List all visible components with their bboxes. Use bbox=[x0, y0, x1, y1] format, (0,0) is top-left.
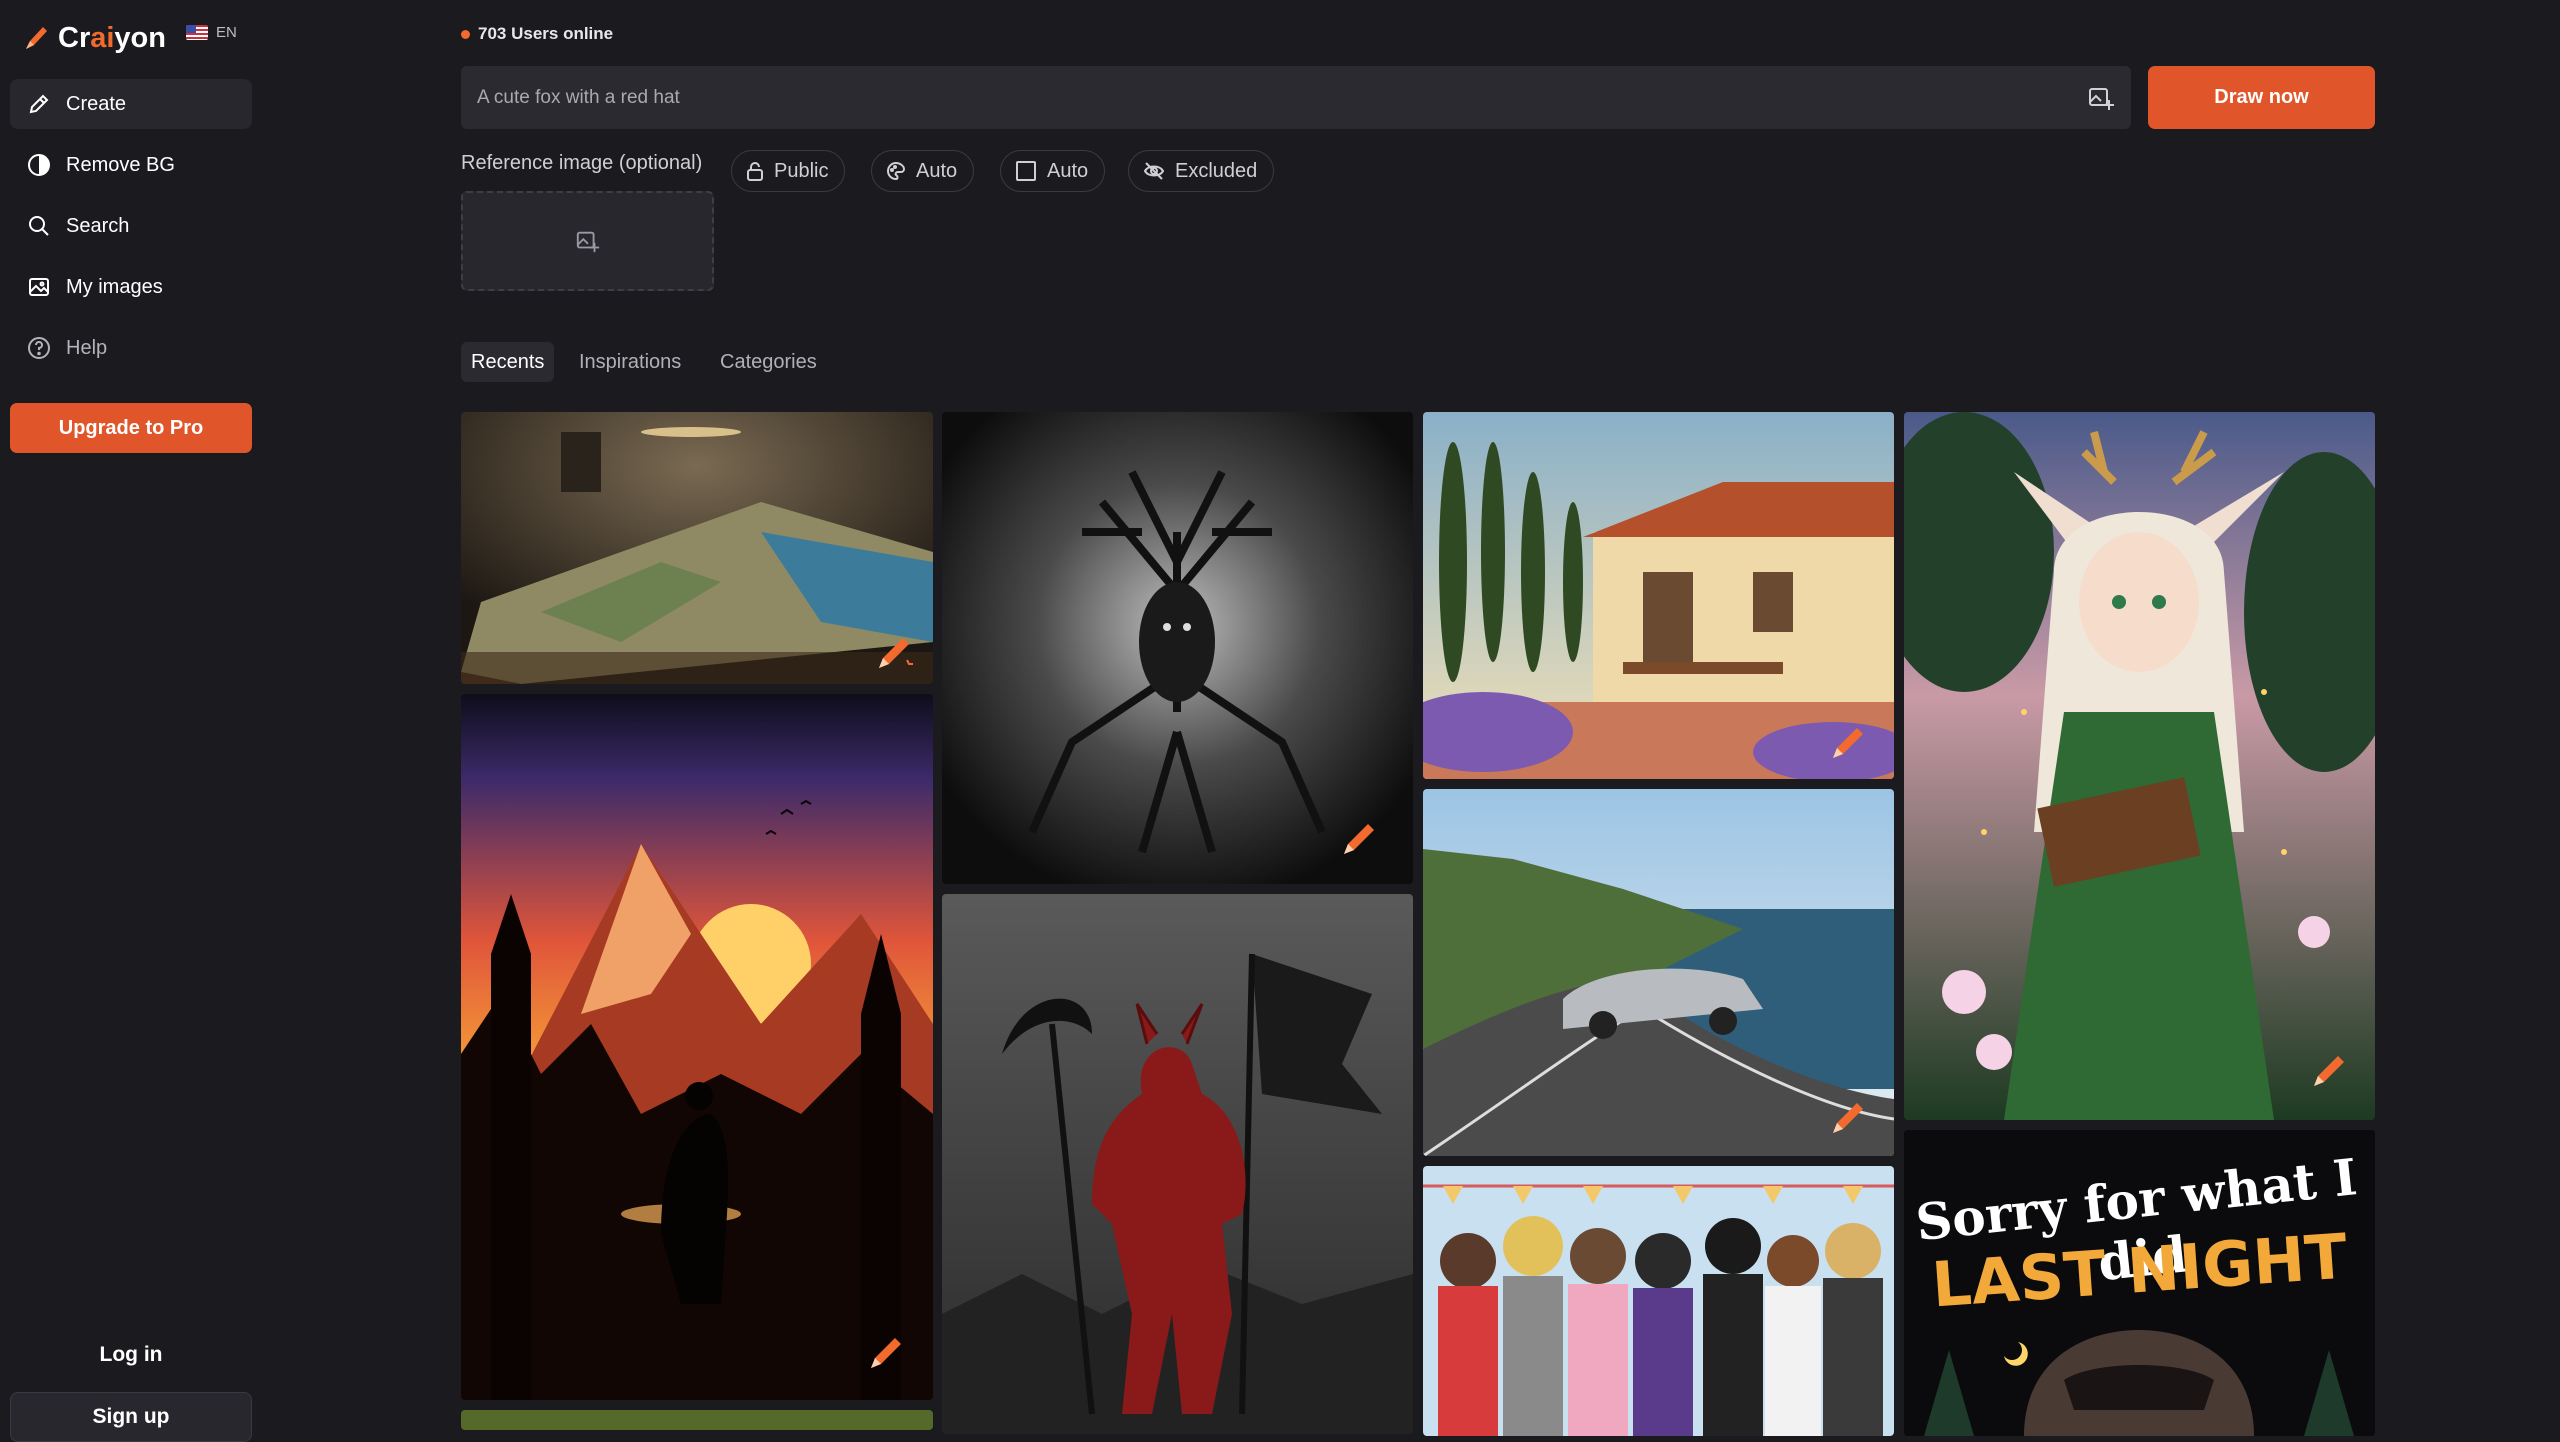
sidebar-item-label: Create bbox=[66, 92, 127, 115]
car-coast-artwork bbox=[1423, 789, 1894, 1156]
reference-image-label: Reference image (optional) bbox=[461, 152, 703, 174]
tree-creature-artwork bbox=[942, 412, 1413, 884]
tab-inspirations[interactable]: Inspirations bbox=[569, 342, 691, 382]
edit-pencil-icon[interactable] bbox=[865, 1330, 909, 1374]
gallery-image-villa-patio[interactable] bbox=[1423, 412, 1894, 779]
image-icon bbox=[26, 274, 52, 300]
sidebar-item-help[interactable]: Help bbox=[10, 323, 252, 373]
ratio-label: Auto bbox=[1047, 159, 1089, 182]
visibility-label: Public bbox=[774, 159, 829, 182]
half-circle-icon bbox=[26, 152, 52, 178]
prompt-box bbox=[461, 66, 2131, 129]
frame-icon bbox=[1016, 161, 1036, 181]
style-label: Auto bbox=[916, 159, 958, 182]
gallery-image-mountain-hiker[interactable] bbox=[461, 694, 933, 1400]
map-artwork bbox=[461, 412, 933, 684]
craiyon-logo[interactable]: Craiyon bbox=[22, 18, 166, 58]
edit-pencil-icon[interactable] bbox=[873, 630, 917, 674]
reference-image-dropzone[interactable] bbox=[461, 191, 714, 291]
gallery-image-raccoon-shirt[interactable]: Sorry for what I did LAST NIGHT bbox=[1904, 1130, 2375, 1436]
sidebar-item-label: Help bbox=[66, 336, 108, 359]
villa-artwork bbox=[1423, 412, 1894, 779]
language-selector[interactable]: EN bbox=[186, 24, 237, 41]
pencil-icon bbox=[26, 91, 52, 117]
us-flag-icon bbox=[186, 25, 208, 40]
add-image-icon bbox=[576, 231, 599, 253]
style-selector[interactable]: Auto bbox=[871, 150, 975, 192]
draw-now-button[interactable]: Draw now bbox=[2148, 66, 2375, 129]
users-online-status: 703 Users online bbox=[461, 24, 613, 44]
online-dot-icon bbox=[461, 29, 470, 39]
red-demon-artwork bbox=[942, 894, 1413, 1434]
gallery-image-tree-creature[interactable] bbox=[942, 412, 1413, 884]
brand-name: Craiyon bbox=[58, 21, 166, 54]
palette-icon bbox=[887, 161, 906, 181]
sidebar-item-label: Search bbox=[66, 214, 130, 237]
add-image-icon[interactable] bbox=[2087, 84, 2115, 112]
sidebar: Craiyon EN Create Remove BG Search My im… bbox=[0, 0, 265, 1442]
gallery-image-map[interactable] bbox=[461, 412, 933, 684]
edit-pencil-icon[interactable] bbox=[1338, 816, 1382, 860]
sidebar-item-remove-bg[interactable]: Remove BG bbox=[10, 140, 252, 190]
gallery-image-forest[interactable] bbox=[461, 1410, 933, 1430]
gallery-image-car-coast[interactable] bbox=[1423, 789, 1894, 1156]
search-icon bbox=[26, 213, 52, 239]
sidebar-item-create[interactable]: Create bbox=[10, 79, 252, 129]
gallery-image-deer-girl[interactable] bbox=[1904, 412, 2375, 1120]
edit-pencil-icon[interactable] bbox=[1827, 720, 1871, 764]
crayon-logo-icon bbox=[26, 27, 47, 49]
upgrade-to-pro-button[interactable]: Upgrade to Pro bbox=[10, 403, 252, 453]
help-icon bbox=[26, 335, 52, 361]
edit-pencil-icon[interactable] bbox=[2308, 1048, 2352, 1092]
sidebar-item-my-images[interactable]: My images bbox=[10, 262, 252, 312]
tab-categories[interactable]: Categories bbox=[710, 342, 827, 382]
anime-group-artwork bbox=[1423, 1166, 1894, 1436]
sidebar-item-label: Remove BG bbox=[66, 153, 175, 176]
mountain-artwork bbox=[461, 694, 933, 1400]
sidebar-item-label: My images bbox=[66, 275, 163, 298]
prompt-input[interactable] bbox=[461, 66, 2063, 129]
deer-girl-artwork bbox=[1904, 412, 2375, 1120]
negative-label: Excluded bbox=[1175, 159, 1258, 182]
lock-icon bbox=[747, 162, 763, 181]
tab-recents[interactable]: Recents bbox=[461, 342, 555, 382]
visibility-toggle[interactable]: Public bbox=[731, 150, 846, 192]
sign-up-button[interactable]: Sign up bbox=[10, 1392, 252, 1442]
sidebar-item-search[interactable]: Search bbox=[10, 201, 252, 251]
aspect-ratio-selector[interactable]: Auto bbox=[1000, 150, 1106, 192]
edit-pencil-icon[interactable] bbox=[1827, 1095, 1871, 1139]
users-online-text: 703 Users online bbox=[478, 24, 614, 43]
gallery-image-anime-group[interactable] bbox=[1423, 1166, 1894, 1436]
language-code: EN bbox=[216, 24, 237, 41]
log-in-link[interactable]: Log in bbox=[10, 1333, 252, 1377]
gallery-image-red-demon[interactable] bbox=[942, 894, 1413, 1434]
eye-off-icon bbox=[1143, 162, 1165, 180]
negative-prompt-toggle[interactable]: Excluded bbox=[1128, 150, 1275, 192]
